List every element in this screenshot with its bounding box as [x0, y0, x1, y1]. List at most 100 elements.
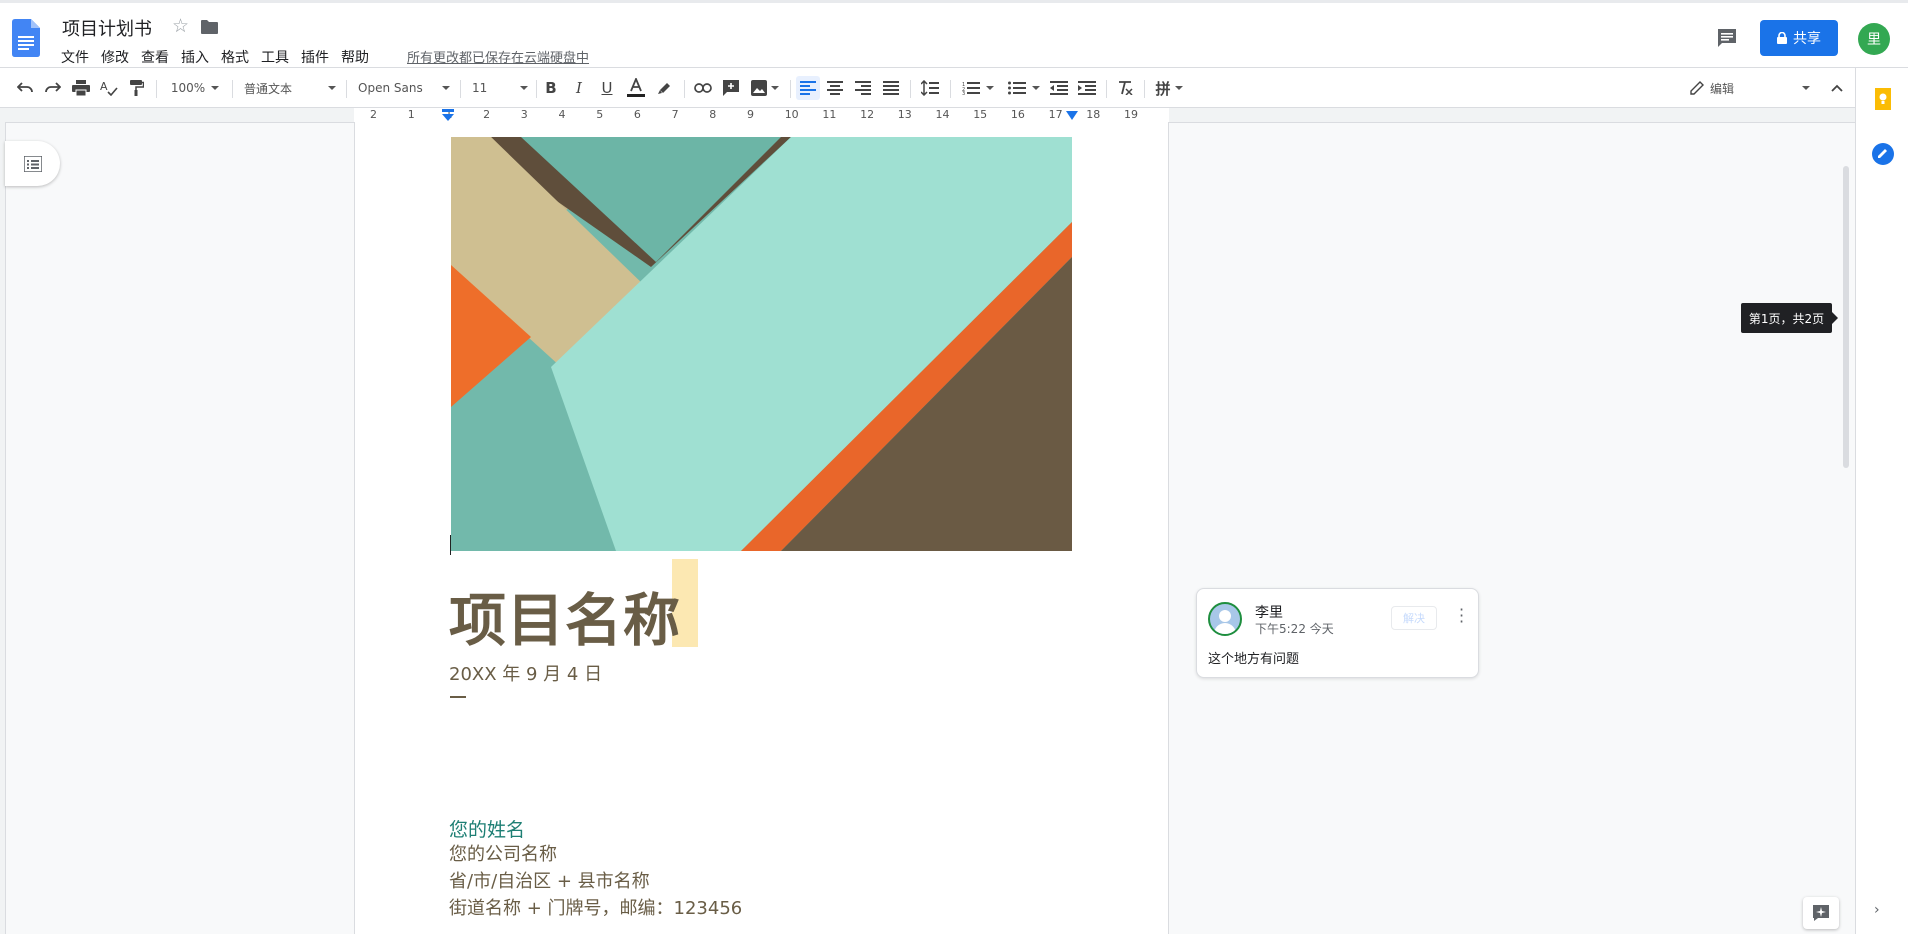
menu-tools[interactable]: 工具	[261, 47, 289, 67]
menu-format[interactable]: 格式	[221, 47, 249, 67]
image-icon[interactable]	[748, 76, 782, 100]
print-icon[interactable]	[70, 76, 92, 100]
redo-icon[interactable]	[42, 76, 64, 100]
project-title[interactable]: 项目名称	[449, 575, 681, 657]
font-size-select[interactable]: 11	[472, 76, 528, 100]
menu-addons[interactable]: 插件	[301, 47, 329, 67]
ruler-label: 1	[407, 108, 415, 121]
menu-edit[interactable]: 修改	[101, 47, 129, 67]
divider	[450, 696, 466, 698]
ruler-label: 10	[784, 108, 799, 121]
font-select[interactable]: Open Sans	[358, 76, 450, 100]
bulleted-list-icon[interactable]	[1004, 76, 1044, 100]
resolve-button[interactable]: 解决	[1391, 606, 1437, 630]
commenter-name: 李里	[1255, 605, 1283, 621]
line-spacing-icon[interactable]	[918, 76, 942, 100]
svg-text:3: 3	[962, 91, 965, 95]
ruler-label: 12	[860, 108, 875, 121]
comment-time: 下午5:22 今天	[1255, 622, 1334, 636]
ruler-label: 5	[596, 108, 604, 121]
ruler-label: 9	[747, 108, 754, 121]
folder-icon[interactable]	[201, 20, 218, 34]
ruler-label: 13	[897, 108, 912, 121]
document-title[interactable]: 项目计划书	[62, 15, 152, 41]
paragraph-style-select[interactable]: 普通文本	[244, 76, 336, 100]
style-value: 普通文本	[244, 81, 293, 96]
paint-format-icon[interactable]	[126, 76, 148, 100]
share-label: 共享	[1793, 31, 1821, 47]
ruler-label: 4	[558, 108, 566, 121]
clear-format-icon[interactable]	[1114, 76, 1136, 100]
right-indent-marker-icon[interactable]	[1065, 111, 1079, 121]
text-cursor	[450, 535, 451, 555]
decrease-indent-icon[interactable]	[1048, 76, 1070, 100]
ruler-label: 2	[370, 108, 377, 121]
comment-text: 这个地方有问题	[1208, 652, 1300, 667]
comment-history-icon[interactable]	[1716, 27, 1738, 49]
ruler-label: 15	[973, 108, 988, 121]
page-indicator-tooltip: 第1页，共2页	[1741, 303, 1838, 333]
menu-insert[interactable]: 插入	[181, 47, 209, 67]
zoom-select[interactable]: 100%	[166, 76, 224, 100]
cover-image[interactable]	[451, 137, 1072, 551]
vertical-ruler[interactable]	[0, 122, 6, 934]
commenter-avatar	[1208, 602, 1242, 636]
undo-icon[interactable]	[14, 76, 36, 100]
account-avatar[interactable]: 里	[1858, 23, 1890, 55]
document-outline-button[interactable]	[5, 141, 60, 186]
editing-mode-select[interactable]: 编辑	[1690, 76, 1810, 100]
ruler-label: 17	[1048, 108, 1063, 121]
align-center-icon[interactable]	[824, 76, 846, 100]
menu-view[interactable]: 查看	[141, 47, 169, 67]
menu-help[interactable]: 帮助	[341, 47, 369, 67]
outline-list-icon	[23, 155, 42, 172]
underline-icon[interactable]: U	[596, 76, 618, 100]
ruler-label: 14	[935, 108, 950, 121]
toolbar: A 100% 普通文本 Open Sans 11 B I U 123 拼 编辑	[0, 68, 1855, 108]
save-status[interactable]: 所有更改都已保存在云端硬盘中	[407, 47, 589, 66]
highlight-icon[interactable]	[654, 76, 676, 100]
region-line[interactable]: 省/市/自治区 + 县市名称	[449, 867, 650, 893]
align-left-icon[interactable]	[796, 76, 820, 100]
ruler-label: 18	[1086, 108, 1101, 121]
tasks-icon[interactable]	[1872, 143, 1894, 165]
bold-icon[interactable]: B	[540, 76, 562, 100]
italic-icon[interactable]: I	[568, 76, 590, 100]
comment-add-icon[interactable]	[720, 76, 742, 100]
link-icon[interactable]	[692, 76, 714, 100]
docs-logo-icon[interactable]	[12, 19, 40, 57]
horizontal-ruler[interactable]: 2112345678910111213141516171819	[0, 108, 1855, 123]
left-indent-marker-icon[interactable]	[441, 109, 455, 121]
street-line[interactable]: 街道名称 + 门牌号，邮编：123456	[449, 894, 742, 920]
comment-card[interactable]: 李里 下午5:22 今天 解决 · · · 这个地方有问题	[1196, 588, 1479, 678]
project-date[interactable]: 20XX 年 9 月 4 日	[449, 660, 602, 686]
spellcheck-icon[interactable]: A	[98, 76, 120, 100]
increase-indent-icon[interactable]	[1076, 76, 1098, 100]
share-button[interactable]: 共享	[1760, 20, 1838, 56]
ruler-label: 11	[822, 108, 837, 121]
input-tools-icon[interactable]: 拼	[1152, 76, 1186, 100]
explore-icon	[1813, 905, 1829, 921]
font-value: Open Sans	[358, 81, 423, 95]
side-panel	[1855, 68, 1908, 934]
more-options-icon[interactable]: · · ·	[1459, 602, 1464, 630]
editing-mode-value: 编辑	[1710, 81, 1735, 96]
justify-icon[interactable]	[880, 76, 902, 100]
numbered-list-icon[interactable]: 123	[958, 76, 998, 100]
ruler-label: 7	[671, 108, 679, 121]
company-name[interactable]: 您的公司名称	[449, 840, 557, 866]
text-color-icon[interactable]	[624, 76, 648, 100]
collapse-icon[interactable]	[1826, 76, 1848, 100]
ruler-label: 6	[633, 108, 641, 121]
zoom-value: 100%	[170, 81, 206, 95]
star-icon[interactable]: ☆	[172, 15, 189, 37]
explore-button[interactable]	[1803, 897, 1839, 929]
author-name[interactable]: 您的姓名	[449, 815, 525, 842]
menu-file[interactable]: 文件	[61, 47, 89, 67]
keep-icon[interactable]	[1872, 88, 1894, 110]
align-right-icon[interactable]	[852, 76, 874, 100]
expand-side-panel-icon[interactable]: ›	[1874, 902, 1880, 918]
vertical-scrollbar[interactable]	[1843, 166, 1849, 468]
title-bar: 项目计划书 ☆ 文件 修改 查看 插入 格式 工具 插件 帮助 所有更改都已保存…	[0, 0, 1908, 68]
menu-bar: 文件 修改 查看 插入 格式 工具 插件 帮助	[61, 47, 381, 67]
